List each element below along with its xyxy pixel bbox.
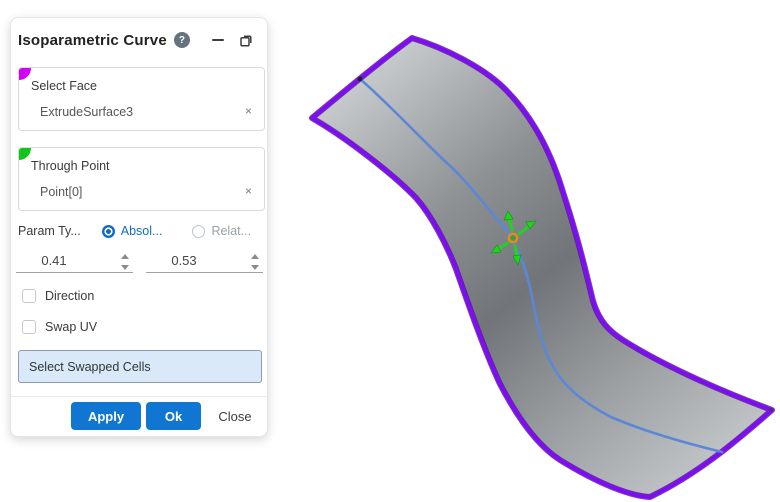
v-param-spinner[interactable]: 0.53 (146, 251, 263, 273)
direction-label[interactable]: Direction (45, 289, 94, 303)
clear-point-icon[interactable]: × (245, 184, 252, 198)
spin-up-icon[interactable] (121, 254, 129, 259)
param-type-label: Param Ty... (18, 224, 81, 238)
select-face-field[interactable]: Select Face ExtrudeSurface3 × (18, 67, 265, 131)
v-param-value[interactable]: 0.53 (146, 251, 222, 268)
corner-vertex (769, 408, 772, 411)
dialog-header: Isoparametric Curve ? (11, 26, 267, 54)
curve-start-point[interactable] (358, 77, 363, 82)
dialog-footer: Apply Ok Close (11, 396, 267, 437)
close-button[interactable]: Close (207, 402, 263, 430)
radio-absolute-label[interactable]: Absol... (121, 224, 163, 238)
param-type-row: Param Ty... Absol... Relat... (18, 223, 262, 239)
select-face-value: ExtrudeSurface3 (40, 105, 133, 119)
apply-button[interactable]: Apply (71, 402, 141, 430)
swap-uv-checkbox-row: Swap UV (22, 319, 97, 334)
select-swapped-cells-label: Select Swapped Cells (29, 360, 151, 374)
through-point-label: Through Point (31, 159, 110, 173)
spin-down-icon[interactable] (251, 265, 259, 270)
select-face-label: Select Face (31, 79, 97, 93)
minimize-icon[interactable] (212, 34, 225, 47)
swap-uv-checkbox[interactable] (22, 320, 36, 334)
manipulator-center-fill (511, 236, 515, 240)
isoparametric-curve-dialog: Isoparametric Curve ? Select Face Extrud… (10, 17, 268, 437)
u-param-value[interactable]: 0.41 (16, 251, 92, 268)
restore-window-icon[interactable] (238, 32, 255, 49)
clear-face-icon[interactable]: × (245, 104, 252, 118)
dialog-title: Isoparametric Curve (18, 32, 167, 49)
through-point-field[interactable]: Through Point Point[0] × (18, 147, 265, 211)
radio-relative-label[interactable]: Relat... (211, 224, 251, 238)
radio-relative[interactable] (192, 225, 205, 238)
point-selection-wedge-icon (19, 148, 31, 160)
u-spinner-arrows (120, 254, 130, 270)
direction-checkbox-row: Direction (22, 288, 94, 303)
v-spinner-arrows (250, 254, 260, 270)
u-param-spinner[interactable]: 0.41 (16, 251, 133, 273)
spin-up-icon[interactable] (251, 254, 259, 259)
through-point-value: Point[0] (40, 185, 82, 199)
swap-uv-label[interactable]: Swap UV (45, 320, 97, 334)
help-icon[interactable]: ? (174, 32, 190, 48)
select-swapped-cells-field[interactable]: Select Swapped Cells (18, 350, 262, 383)
spin-down-icon[interactable] (121, 265, 129, 270)
direction-checkbox[interactable] (22, 289, 36, 303)
face-selection-wedge-icon (19, 68, 31, 80)
surface-face[interactable] (312, 38, 772, 497)
radio-absolute[interactable] (102, 225, 115, 238)
ok-button[interactable]: Ok (146, 402, 201, 430)
